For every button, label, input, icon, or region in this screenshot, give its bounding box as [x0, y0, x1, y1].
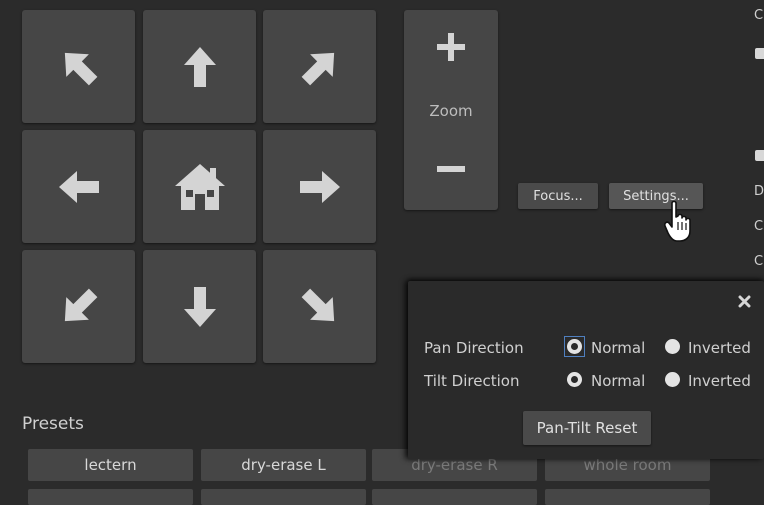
pan-down-left-button[interactable]	[22, 250, 135, 363]
arrow-down-left-icon	[64, 288, 97, 321]
pan-inverted-radio[interactable]	[665, 339, 680, 354]
arrow-down-right-icon	[301, 288, 334, 321]
zoom-label: Zoom	[429, 102, 473, 120]
presets-heading: Presets	[22, 414, 84, 434]
minus-icon	[437, 166, 465, 172]
pan-tilt-settings-popup: Pan Direction Normal Inverted Tilt Direc…	[408, 281, 764, 459]
preset-button[interactable]	[545, 489, 710, 505]
edge-letter: D	[754, 184, 764, 199]
preset-button[interactable]	[28, 489, 193, 505]
zoom-control: Zoom	[404, 10, 498, 210]
pan-normal-radio[interactable]	[567, 339, 582, 354]
tilt-normal-label: Normal	[591, 372, 646, 390]
pan-down-right-button[interactable]	[263, 250, 376, 363]
pan-tilt-reset-button[interactable]: Pan-Tilt Reset	[523, 411, 651, 445]
pan-right-button[interactable]	[263, 130, 376, 243]
checkbox-icon[interactable]	[755, 48, 764, 59]
tilt-down-button[interactable]	[143, 250, 256, 363]
preset-button[interactable]: dry-erase L	[201, 449, 366, 481]
home-icon	[174, 163, 225, 210]
pan-left-button[interactable]	[22, 130, 135, 243]
pan-up-right-button[interactable]	[263, 10, 376, 123]
tilt-direction-label: Tilt Direction	[424, 372, 520, 390]
tilt-inverted-radio[interactable]	[665, 372, 680, 387]
arrow-up-icon	[183, 46, 216, 87]
tilt-inverted-label: Inverted	[688, 372, 751, 390]
zoom-in-button[interactable]	[404, 12, 498, 82]
edge-letter: C	[754, 8, 764, 23]
arrow-up-left-icon	[64, 52, 97, 85]
pan-direction-label: Pan Direction	[424, 339, 524, 357]
hand-cursor-icon	[664, 200, 691, 242]
preset-button[interactable]	[201, 489, 366, 505]
arrow-right-icon	[299, 170, 340, 203]
plus-icon	[437, 33, 465, 61]
home-button[interactable]	[143, 130, 256, 243]
preset-button[interactable]: lectern	[28, 449, 193, 481]
tilt-normal-radio[interactable]	[567, 372, 582, 387]
arrow-left-icon	[58, 170, 99, 203]
arrow-up-right-icon	[301, 52, 334, 85]
arrow-down-icon	[183, 286, 216, 327]
pan-normal-label: Normal	[591, 339, 646, 357]
focus-button[interactable]: Focus...	[518, 183, 598, 209]
pan-up-left-button[interactable]	[22, 10, 135, 123]
edge-letter: C	[754, 254, 764, 269]
zoom-out-button[interactable]	[404, 134, 498, 204]
close-icon[interactable]	[738, 295, 751, 308]
tilt-up-button[interactable]	[143, 10, 256, 123]
edge-letter: C	[754, 219, 764, 234]
checkbox-icon[interactable]	[755, 150, 764, 161]
preset-button[interactable]	[372, 489, 537, 505]
pan-inverted-label: Inverted	[688, 339, 751, 357]
